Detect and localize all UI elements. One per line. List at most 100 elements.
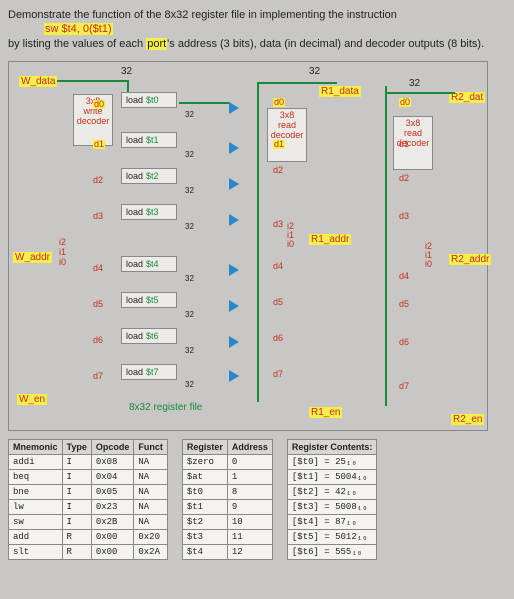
table-cell: 0x23 bbox=[91, 499, 134, 514]
table-cell: NA bbox=[134, 454, 168, 469]
r1-addr-label: R1_addr bbox=[309, 234, 351, 245]
wd1: d1 bbox=[93, 140, 105, 149]
table-cell: 0x04 bbox=[91, 469, 134, 484]
r2d1: d1 bbox=[399, 140, 409, 149]
w-i1: i1 bbox=[59, 248, 66, 257]
bus32: 32 bbox=[185, 346, 194, 355]
table-cell: $t2 bbox=[182, 514, 227, 529]
buf-icon bbox=[229, 102, 239, 114]
buf-icon bbox=[229, 178, 239, 190]
buf-icon bbox=[229, 142, 239, 154]
table-cell: [$t1] = 5004₁₀ bbox=[287, 469, 377, 484]
wire bbox=[385, 86, 387, 406]
th: Opcode bbox=[91, 439, 134, 454]
r2d3: d3 bbox=[399, 212, 409, 221]
buf-icon bbox=[229, 370, 239, 382]
r1d3: d3 bbox=[273, 220, 283, 229]
table-cell: NA bbox=[134, 484, 168, 499]
bus32: 32 bbox=[185, 110, 194, 119]
table-cell: 0x00 bbox=[91, 544, 134, 559]
bus32: 32 bbox=[185, 150, 194, 159]
table-cell: $t3 bbox=[182, 529, 227, 544]
r2d5: d5 bbox=[399, 300, 409, 309]
buf-icon bbox=[229, 214, 239, 226]
wire bbox=[57, 80, 127, 82]
bus-32-b: 32 bbox=[309, 66, 320, 77]
reg-t4: load$t4 bbox=[121, 256, 177, 272]
contents-table: Register Contents: [$t0] = 25₁₀[$t1] = 5… bbox=[287, 439, 378, 560]
table-cell: R bbox=[62, 544, 91, 559]
register-file-diagram: W_data 32 32 32 W_addr W_en R1_data R1_a… bbox=[8, 61, 488, 431]
table-cell: [$t3] = 5008₁₀ bbox=[287, 499, 377, 514]
buf-icon bbox=[229, 336, 239, 348]
table-cell: NA bbox=[134, 514, 168, 529]
r1d0: d0 bbox=[273, 98, 285, 107]
table-cell: $t1 bbox=[182, 499, 227, 514]
wd6: d6 bbox=[93, 336, 103, 345]
wire bbox=[179, 102, 229, 104]
bus32: 32 bbox=[185, 380, 194, 389]
q-instr: sw $t4, 0($t1) bbox=[44, 23, 113, 35]
table-cell: $at bbox=[182, 469, 227, 484]
r1d5: d5 bbox=[273, 298, 283, 307]
table-cell: I bbox=[62, 499, 91, 514]
r2d7: d7 bbox=[399, 382, 409, 391]
bus32: 32 bbox=[185, 310, 194, 319]
wire bbox=[385, 92, 455, 94]
table-cell: $t4 bbox=[182, 544, 227, 559]
wd5: d5 bbox=[93, 300, 103, 309]
buf-icon bbox=[229, 300, 239, 312]
wire bbox=[257, 82, 337, 84]
table-cell: bne bbox=[9, 484, 63, 499]
reg-t3: load$t3 bbox=[121, 204, 177, 220]
r2d2: d2 bbox=[399, 174, 409, 183]
w-i0: i0 bbox=[59, 258, 66, 267]
r1-i210: i2i1i0 bbox=[287, 222, 294, 249]
table-cell: [$t2] = 42₁₀ bbox=[287, 484, 377, 499]
r2-en-label: R2_en bbox=[451, 414, 484, 425]
r1d7: d7 bbox=[273, 370, 283, 379]
table-cell: I bbox=[62, 484, 91, 499]
table-cell: [$t0] = 25₁₀ bbox=[287, 454, 377, 469]
table-cell: sw bbox=[9, 514, 63, 529]
bus32: 32 bbox=[185, 186, 194, 195]
table-cell: $t0 bbox=[182, 484, 227, 499]
table-cell: 11 bbox=[227, 529, 272, 544]
table-cell: 0x20 bbox=[134, 529, 168, 544]
q-hl-port: port bbox=[146, 38, 167, 50]
table-cell: lw bbox=[9, 499, 63, 514]
th: Type bbox=[62, 439, 91, 454]
table-cell: $zero bbox=[182, 454, 227, 469]
table-cell: add bbox=[9, 529, 63, 544]
read-decoder-1: 3x8readdecoder bbox=[267, 108, 307, 162]
r1-data-label: R1_data bbox=[319, 86, 361, 97]
w-addr-label: W_addr bbox=[13, 252, 52, 263]
r1d4: d4 bbox=[273, 262, 283, 271]
th: Mnemonic bbox=[9, 439, 63, 454]
r1d1: d1 bbox=[273, 140, 285, 149]
table-cell: 12 bbox=[227, 544, 272, 559]
table-cell: 0x00 bbox=[91, 529, 134, 544]
table-cell: [$t4] = 87₁₀ bbox=[287, 514, 377, 529]
buf-icon bbox=[229, 264, 239, 276]
r2-addr-label: R2_addr bbox=[449, 254, 491, 265]
w-data-label: W_data bbox=[19, 76, 57, 87]
wd0: d0 bbox=[93, 100, 105, 109]
reg-t2: load$t2 bbox=[121, 168, 177, 184]
r2d6: d6 bbox=[399, 338, 409, 347]
regfile-caption: 8x32 register file bbox=[129, 402, 202, 413]
wd4: d4 bbox=[93, 264, 103, 273]
reg-t6: load$t6 bbox=[121, 328, 177, 344]
r2-i210: i2i1i0 bbox=[425, 242, 432, 269]
reg-t1: load$t1 bbox=[121, 132, 177, 148]
table-cell: 0 bbox=[227, 454, 272, 469]
tables-row: Mnemonic Type Opcode Funct addiI0x08NAbe… bbox=[8, 439, 506, 560]
bus-32-c: 32 bbox=[409, 78, 420, 89]
th: Funct bbox=[134, 439, 168, 454]
table-cell: I bbox=[62, 469, 91, 484]
table-cell: 0x05 bbox=[91, 484, 134, 499]
table-cell: 1 bbox=[227, 469, 272, 484]
table-cell: 0x2B bbox=[91, 514, 134, 529]
table-cell: [$t5] = 5012₁₀ bbox=[287, 529, 377, 544]
wd2: d2 bbox=[93, 176, 103, 185]
